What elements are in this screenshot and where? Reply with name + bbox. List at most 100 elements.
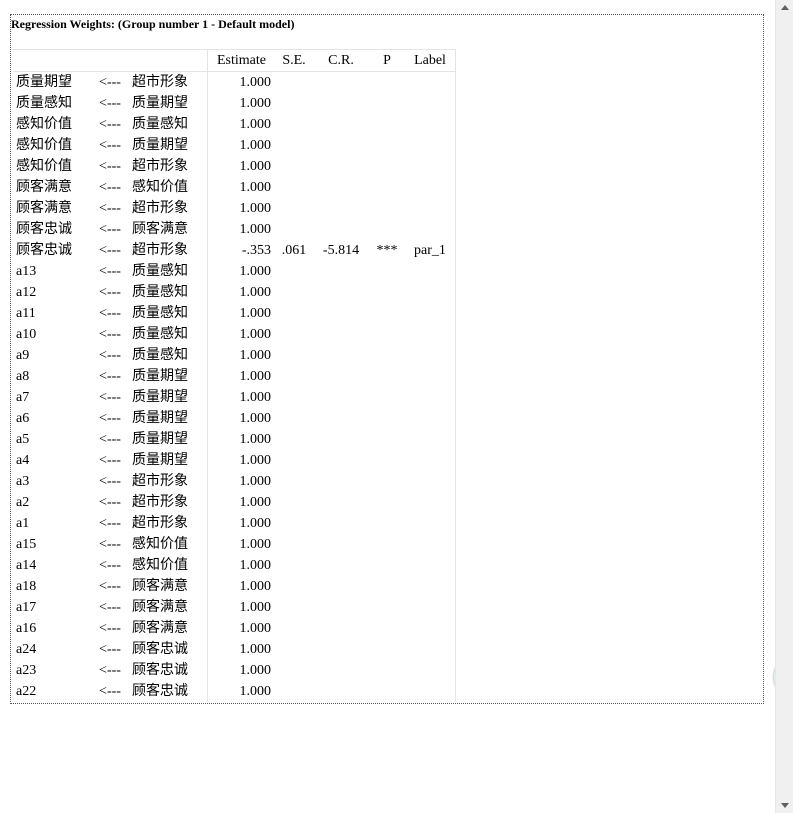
table-row: 顾客忠诚 <--- 超市形象 -.353 .061 -5.814 *** par_1 [13, 240, 456, 261]
table-row: a10 <--- 质量感知 1.000 [13, 324, 456, 345]
table-header-row: Estimate S.E. C.R. P Label [13, 49, 456, 72]
cell-cr [313, 534, 369, 555]
cell-label [405, 282, 456, 303]
cell-arrow: <--- [99, 96, 121, 111]
cell-se [275, 72, 313, 94]
cell-arrow: <--- [99, 432, 121, 447]
cell-predictor: 超市形象 [132, 159, 188, 174]
cell-se [275, 513, 313, 534]
cell-arrow: <--- [99, 642, 121, 657]
cell-arrow: <--- [99, 264, 121, 279]
cell-se [275, 156, 313, 177]
cell-predictor: 质量期望 [132, 411, 188, 426]
cell-se [275, 576, 313, 597]
cell-cr [313, 639, 369, 660]
cell-label: par_1 [405, 240, 456, 261]
cell-dependent: a16 [16, 621, 37, 636]
cell-se [275, 660, 313, 681]
table-row: a22 <--- 顾客忠诚 1.000 [13, 681, 456, 702]
cell-p [369, 681, 405, 702]
cell-se [275, 93, 313, 114]
scroll-up-arrow-icon[interactable] [776, 0, 793, 15]
table-row: a15 <--- 感知价值 1.000 [13, 534, 456, 555]
cell-label [405, 156, 456, 177]
cell-label [405, 429, 456, 450]
cell-p [369, 450, 405, 471]
cell-estimate: 1.000 [207, 387, 275, 408]
cell-se [275, 450, 313, 471]
cell-predictor: 质量期望 [132, 369, 188, 384]
cell-estimate: 1.000 [207, 71, 275, 93]
cell-label [405, 93, 456, 114]
cell-label [405, 639, 456, 660]
cell-arrow: <--- [99, 684, 121, 699]
header-label: Label [405, 49, 456, 72]
table-row: a6 <--- 质量期望 1.000 [13, 408, 456, 429]
cell-dependent: a11 [16, 306, 36, 321]
panel-title: Regression Weights: (Group number 1 - De… [11, 17, 295, 31]
cell-label [405, 71, 456, 93]
cell-label [405, 135, 456, 156]
cell-p [369, 177, 405, 198]
cell-cr [313, 387, 369, 408]
cell-label [405, 597, 456, 618]
cell-cr [313, 408, 369, 429]
cell-dependent: a5 [16, 432, 30, 447]
cell-estimate: 1.000 [207, 450, 275, 471]
cell-se [275, 135, 313, 156]
cell-label [405, 219, 456, 240]
cell-estimate: 1.000 [207, 219, 275, 240]
cell-predictor: 顾客满意 [132, 621, 188, 636]
table-row: a23 <--- 顾客忠诚 1.000 [13, 660, 456, 681]
cell-se [275, 345, 313, 366]
table-row: a9 <--- 质量感知 1.000 [13, 345, 456, 366]
cell-p: *** [376, 243, 398, 258]
table-row: 质量感知 <--- 质量期望 1.000 [13, 93, 456, 114]
cell-se [275, 471, 313, 492]
table-row: a4 <--- 质量期望 1.000 [13, 450, 456, 471]
cell-cr [313, 555, 369, 576]
cell-se [275, 177, 313, 198]
cell-cr [313, 345, 369, 366]
cell-predictor: 感知价值 [132, 558, 188, 573]
vertical-scrollbar[interactable] [775, 0, 793, 813]
cell-se [275, 114, 313, 135]
cell-label [405, 303, 456, 324]
cell-dependent: a23 [16, 663, 37, 678]
table-row: a17 <--- 顾客满意 1.000 [13, 597, 456, 618]
header-lhs [13, 49, 90, 72]
cell-cr [313, 282, 369, 303]
cell-arrow: <--- [99, 327, 121, 342]
cell-p [369, 492, 405, 513]
cell-dependent: 顾客满意 [16, 201, 72, 216]
cell-label [405, 324, 456, 345]
cell-dependent: 顾客忠诚 [16, 222, 72, 237]
cell-arrow: <--- [99, 180, 121, 195]
cell-dependent: a18 [16, 579, 37, 594]
cell-p [369, 261, 405, 282]
cell-dependent: a10 [16, 327, 37, 342]
table-row: a11 <--- 质量感知 1.000 [13, 303, 456, 324]
cell-predictor: 超市形象 [132, 474, 188, 489]
table-row: a5 <--- 质量期望 1.000 [13, 429, 456, 450]
cell-estimate: 1.000 [207, 177, 275, 198]
table-row: a3 <--- 超市形象 1.000 [13, 471, 456, 492]
cell-se [275, 324, 313, 345]
cell-estimate: 1.000 [207, 429, 275, 450]
cell-label [405, 513, 456, 534]
cell-cr [313, 660, 369, 681]
table-row: 感知价值 <--- 质量期望 1.000 [13, 135, 456, 156]
cell-p [369, 219, 405, 240]
cell-estimate: 1.000 [207, 534, 275, 555]
cell-estimate: 1.000 [207, 471, 275, 492]
cell-p [369, 135, 405, 156]
cell-p [369, 555, 405, 576]
scroll-down-arrow-icon[interactable] [776, 798, 793, 813]
cell-arrow: <--- [99, 663, 121, 678]
cell-dependent: a14 [16, 558, 37, 573]
cell-estimate: 1.000 [207, 639, 275, 660]
cell-cr: -5.814 [322, 243, 360, 258]
cell-p [369, 639, 405, 660]
cell-se [275, 681, 313, 702]
table-row: a2 <--- 超市形象 1.000 [13, 492, 456, 513]
